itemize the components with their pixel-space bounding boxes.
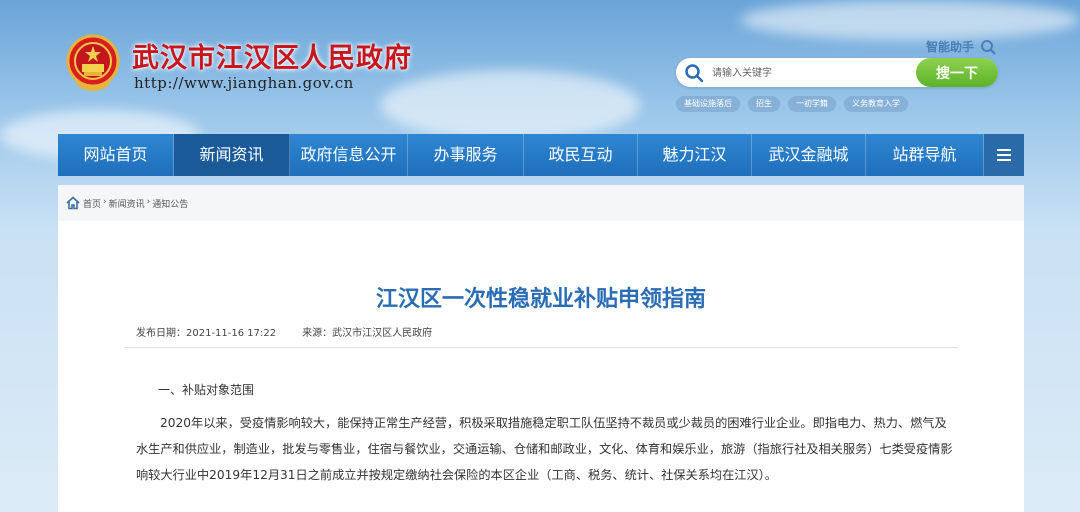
smart-assistant[interactable]: 智能助手: [926, 38, 996, 55]
hot-tag[interactable]: 招生: [748, 96, 780, 112]
search-input[interactable]: [710, 62, 914, 84]
breadcrumb-home[interactable]: 首页: [83, 197, 101, 210]
breadcrumb-news[interactable]: 新闻资讯: [109, 197, 145, 210]
divider: [124, 347, 958, 348]
home-icon[interactable]: [66, 196, 80, 210]
site-title[interactable]: 武汉市江汉区人民政府: [132, 36, 412, 75]
search-button[interactable]: 搜一下: [916, 58, 998, 87]
menu-icon[interactable]: [984, 134, 1024, 176]
site-header: 武汉市江汉区人民政府 http://www.jianghan.gov.cn 智能…: [0, 0, 1080, 132]
hot-tag[interactable]: 基础设施落后: [676, 96, 740, 112]
national-emblem-icon: [66, 34, 120, 91]
main-nav: 网站首页 新闻资讯 政府信息公开 办事服务 政民互动 魅力江汉 武汉金融城 站群…: [58, 134, 1024, 176]
article-title: 江汉区一次性稳就业补贴申领指南: [375, 287, 706, 312]
nav-item-interaction[interactable]: 政民互动: [524, 134, 638, 176]
nav-item-gov-info[interactable]: 政府信息公开: [290, 134, 408, 176]
nav-item-finance-city[interactable]: 武汉金融城: [752, 134, 866, 176]
article-meta: 发布日期：2021-11-16 17:22 来源：武汉市江汉区人民政府: [136, 324, 432, 339]
article-panel: 江汉区一次性稳就业补贴申领指南 发布日期：2021-11-16 17:22 来源…: [58, 221, 1024, 512]
breadcrumb-trail: 首页 › 新闻资讯 › 通知公告: [83, 197, 188, 210]
site-url: http://www.jianghan.gov.cn: [134, 74, 354, 92]
section-heading: 一、补贴对象范围: [158, 383, 255, 397]
hot-tag[interactable]: 一初学籍: [788, 96, 836, 112]
hot-tag[interactable]: 义务教育入学: [844, 96, 908, 112]
breadcrumb-notices[interactable]: 通知公告: [152, 197, 188, 210]
assistant-search-icon: [981, 39, 996, 55]
nav-item-charm[interactable]: 魅力江汉: [638, 134, 752, 176]
article-paragraph: 2020年以来，受疫情影响较大，能保持正常生产经营，积极采取措施稳定职工队伍坚持…: [136, 416, 953, 482]
publish-date: 发布日期：2021-11-16 17:22: [136, 328, 277, 339]
search-icon: [685, 64, 704, 83]
search-box: 搜一下: [676, 58, 998, 87]
nav-item-services[interactable]: 办事服务: [408, 134, 524, 176]
breadcrumb: 首页 › 新闻资讯 › 通知公告: [58, 185, 1024, 221]
nav-item-site-nav[interactable]: 站群导航: [866, 134, 984, 176]
breadcrumb-separator: ›: [146, 196, 151, 207]
breadcrumb-separator: ›: [103, 196, 107, 207]
nav-item-home[interactable]: 网站首页: [58, 134, 174, 176]
smart-assistant-label: 智能助手: [926, 40, 975, 54]
nav-item-news[interactable]: 新闻资讯: [174, 134, 290, 176]
hot-search-tags: 基础设施落后 招生 一初学籍 义务教育入学: [676, 96, 908, 112]
article-source: 来源：武汉市江汉区人民政府: [302, 328, 433, 339]
